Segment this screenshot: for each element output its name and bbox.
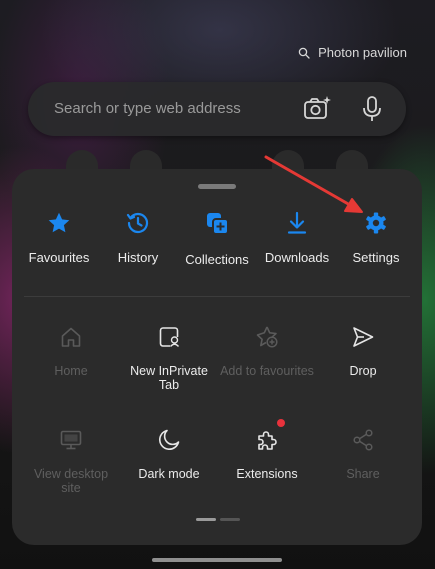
address-bar-placeholder: Search or type web address	[54, 100, 241, 117]
menu-item-label: Home	[54, 364, 88, 378]
puzzle-icon	[219, 428, 315, 452]
menu-item-label: Downloads	[264, 250, 330, 265]
sheet-drag-handle[interactable]	[198, 184, 236, 189]
address-bar[interactable]: Search or type web address	[28, 82, 406, 136]
menu-item-label: View desktop site	[33, 467, 109, 495]
menu-item-settings[interactable]: Settings	[335, 211, 417, 273]
menu-item-dark-mode[interactable]: Dark mode	[121, 428, 217, 481]
location-label[interactable]: Photon pavilion	[298, 45, 407, 60]
history-clock-icon	[97, 211, 179, 235]
page-dot-active	[196, 518, 216, 521]
page-indicator	[196, 518, 240, 521]
page-dot	[220, 518, 240, 521]
gear-icon	[335, 211, 417, 235]
menu-item-home[interactable]: Home	[23, 325, 119, 378]
menu-sheet: Favourites History Collections Downloads	[12, 169, 422, 545]
menu-item-label: History	[117, 250, 159, 265]
menu-item-label: New InPrivate Tab	[130, 364, 208, 392]
visual-search-camera-icon[interactable]	[302, 95, 332, 123]
gesture-navigation-bar[interactable]	[152, 558, 282, 562]
home-icon	[23, 325, 119, 349]
moon-icon	[121, 428, 217, 452]
menu-item-new-inprivate-tab[interactable]: New InPrivate Tab	[121, 325, 217, 392]
menu-item-favourites[interactable]: Favourites	[18, 211, 100, 273]
menu-item-view-desktop-site[interactable]: View desktop site	[23, 428, 119, 495]
download-icon	[256, 211, 338, 235]
star-add-icon	[219, 325, 315, 349]
menu-item-label: Dark mode	[138, 467, 200, 481]
menu-item-add-to-favourites[interactable]: Add to favourites	[219, 325, 315, 378]
location-text: Photon pavilion	[318, 45, 407, 60]
menu-item-label: Share	[346, 467, 380, 481]
menu-item-extensions[interactable]: Extensions	[219, 419, 315, 481]
menu-item-label: Settings	[352, 250, 400, 265]
menu-item-label: Extensions	[236, 467, 298, 481]
inprivate-tab-icon	[121, 325, 217, 349]
share-icon	[315, 428, 411, 452]
star-icon	[18, 211, 100, 235]
menu-item-collections[interactable]: Collections	[176, 211, 258, 273]
microphone-icon[interactable]	[360, 95, 384, 123]
location-pin-icon	[298, 47, 310, 59]
menu-divider	[24, 296, 410, 297]
menu-item-history[interactable]: History	[97, 211, 179, 273]
menu-item-label: Add to favourites	[220, 364, 314, 378]
menu-item-label: Collections	[185, 252, 249, 267]
extensions-notification-badge	[277, 419, 285, 427]
menu-item-downloads[interactable]: Downloads	[256, 211, 338, 273]
menu-item-drop[interactable]: Drop	[315, 325, 411, 378]
menu-item-label: Drop	[349, 364, 377, 378]
desktop-monitor-icon	[23, 428, 119, 452]
menu-item-label: Favourites	[28, 250, 90, 265]
collections-icon	[176, 211, 258, 237]
send-drop-icon	[315, 325, 411, 349]
menu-item-share[interactable]: Share	[315, 428, 411, 481]
